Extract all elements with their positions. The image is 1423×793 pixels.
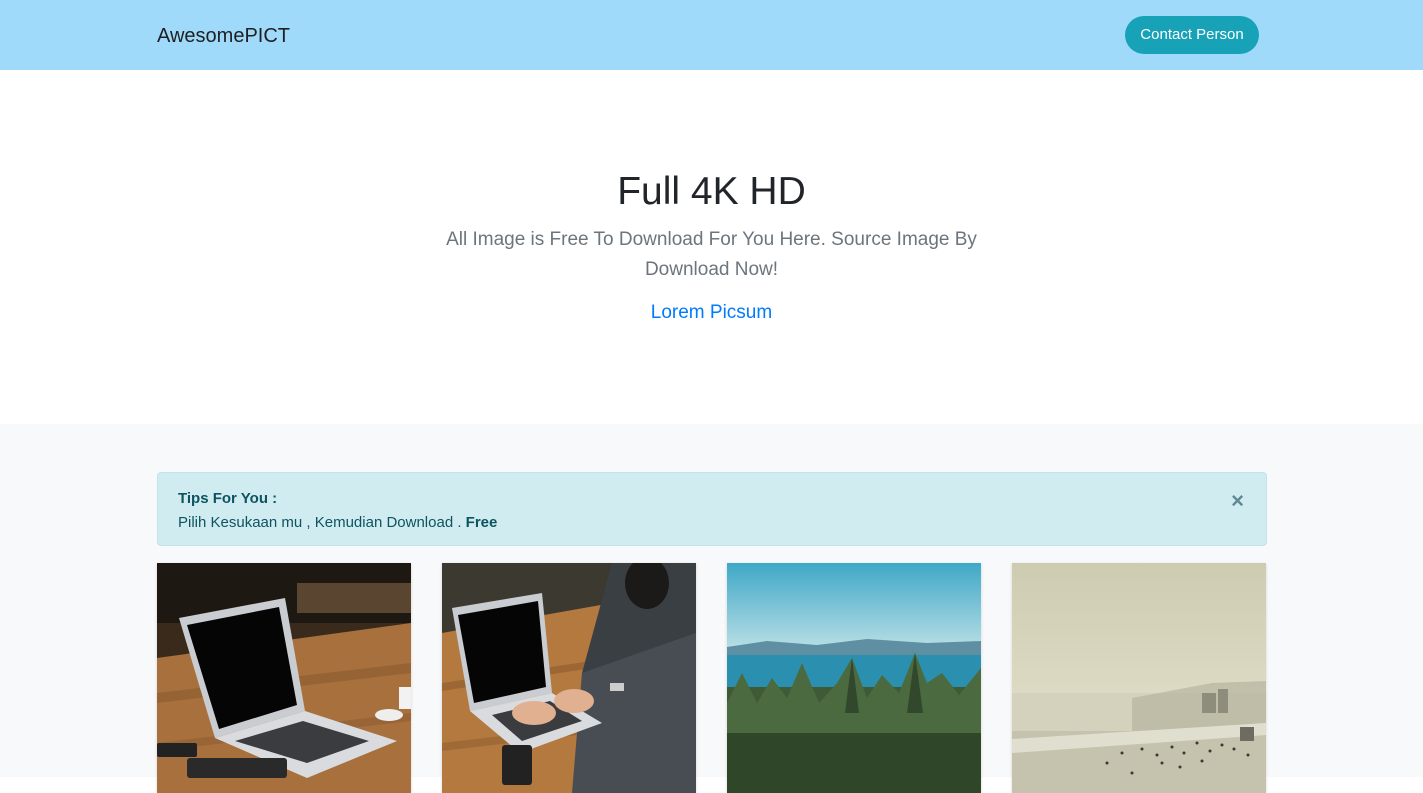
contact-person-button[interactable]: Contact Person bbox=[1125, 16, 1259, 54]
gallery-card-foggy-beach[interactable] bbox=[1012, 563, 1266, 793]
alert-emphasis: Free bbox=[465, 514, 498, 531]
hero-lead: All Image is Free To Download For You He… bbox=[446, 229, 977, 280]
hero-section: Full 4K HD All Image is Free To Download… bbox=[0, 70, 1423, 424]
gallery-card-forest-sea[interactable] bbox=[727, 563, 981, 793]
hero-title: Full 4K HD bbox=[617, 170, 806, 213]
brand-logo[interactable]: AwesomePICT bbox=[157, 25, 290, 48]
gallery-card-person-laptop[interactable] bbox=[442, 563, 696, 793]
forest-sea-image bbox=[727, 563, 981, 793]
alert-message: Pilih Kesukaan mu , Kemudian Download . bbox=[178, 514, 462, 531]
tips-alert: Tips For You : Pilih Kesukaan mu , Kemud… bbox=[157, 472, 1267, 546]
alert-heading: Tips For You : bbox=[178, 490, 278, 507]
alert-text: Pilih Kesukaan mu , Kemudian Download . … bbox=[178, 514, 497, 531]
close-icon[interactable]: × bbox=[1231, 488, 1244, 514]
lorem-picsum-link[interactable]: Lorem Picsum bbox=[0, 302, 1423, 324]
laptop-desk-image bbox=[157, 563, 411, 793]
gallery-section: Tips For You : Pilih Kesukaan mu , Kemud… bbox=[0, 424, 1423, 793]
gallery-card-laptop-desk[interactable] bbox=[157, 563, 411, 793]
person-laptop-image bbox=[442, 563, 696, 793]
foggy-beach-image bbox=[1012, 563, 1266, 793]
navbar: AwesomePICT Contact Person bbox=[0, 0, 1423, 70]
